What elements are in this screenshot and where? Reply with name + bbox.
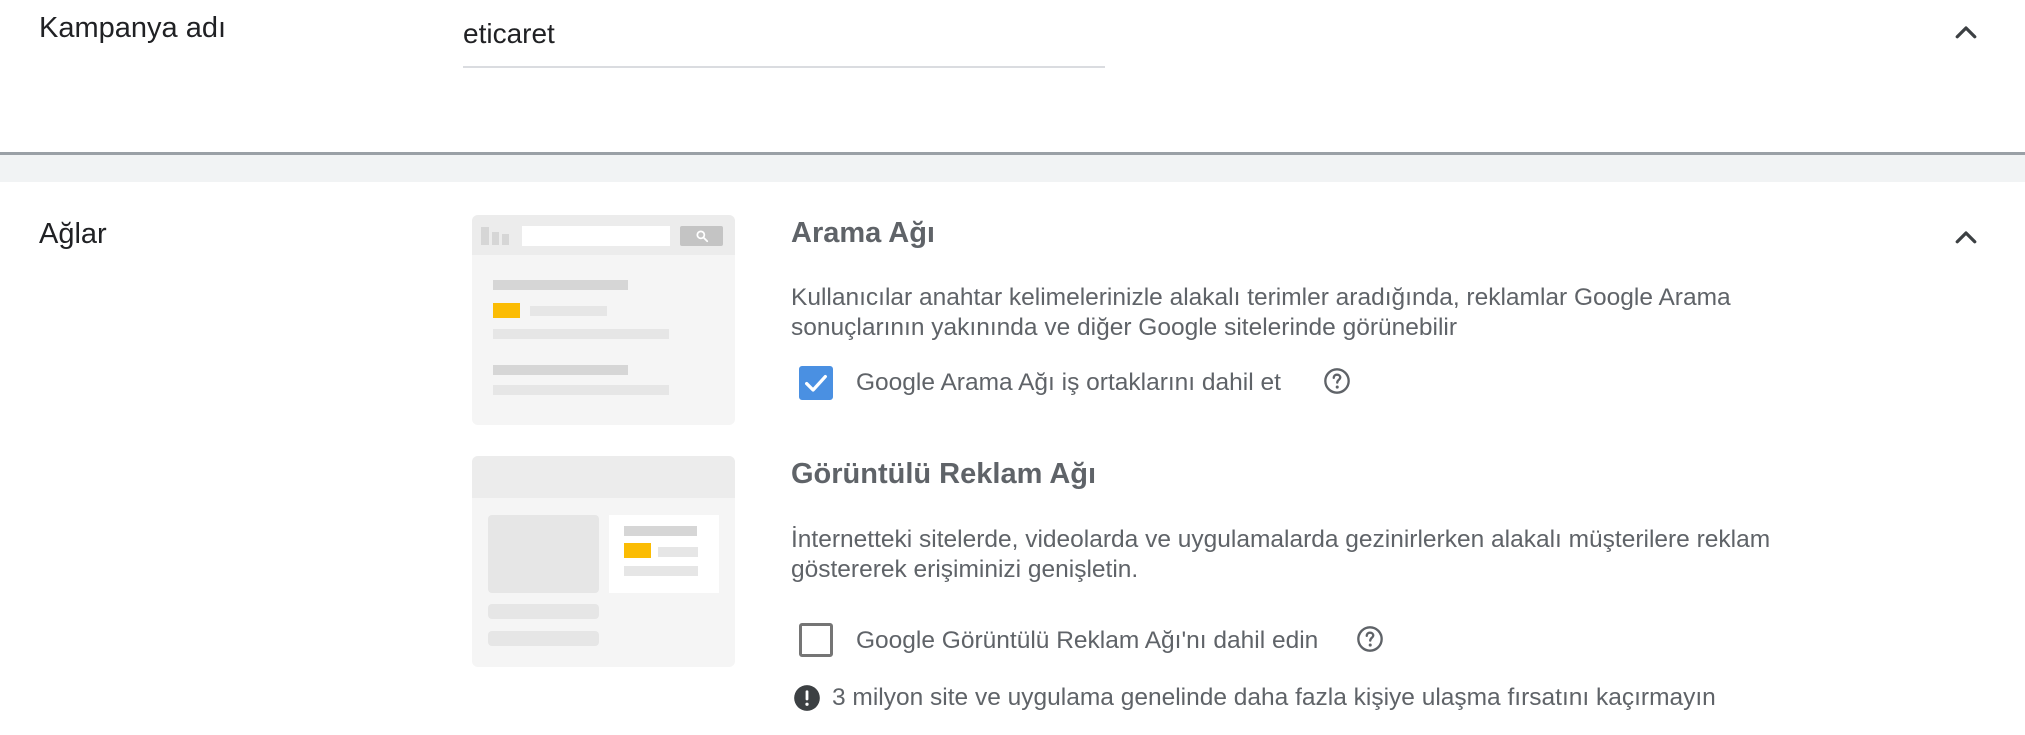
check-icon xyxy=(805,374,827,392)
networks-label: Ağlar xyxy=(39,218,107,250)
display-network-notice: 3 milyon site ve uygulama genelinde daha… xyxy=(832,684,1716,711)
search-network-description-line1: Kullanıcılar anahtar kelimelerinizle ala… xyxy=(791,284,1731,311)
illustration-content-block xyxy=(488,515,599,593)
collapse-networks-button[interactable] xyxy=(1946,218,1986,258)
display-network-description-line1: İnternetteki sitelerde, videolarda ve uy… xyxy=(791,526,1771,553)
search-partners-label[interactable]: Google Arama Ağı iş ortaklarını dahil et xyxy=(856,369,1281,397)
display-network-illustration xyxy=(472,456,735,667)
search-network-title: Arama Ağı xyxy=(791,217,935,249)
search-partners-checkbox[interactable] xyxy=(799,366,833,400)
help-circle-icon xyxy=(1324,368,1350,394)
search-network-illustration xyxy=(472,215,735,425)
campaign-name-section: Kampanya adı xyxy=(0,0,2025,152)
section-divider xyxy=(0,152,2025,182)
display-network-label[interactable]: Google Görüntülü Reklam Ağı'nı dahil edi… xyxy=(856,627,1318,655)
chevron-up-icon xyxy=(1955,231,1977,244)
illustration-header-bar xyxy=(472,456,735,498)
campaign-name-field xyxy=(463,14,1105,68)
display-network-checkbox[interactable] xyxy=(799,623,833,657)
illustration-search-button xyxy=(680,226,723,246)
search-network-description: Kullanıcılar anahtar kelimelerinizle ala… xyxy=(791,283,2021,343)
illustration-search-box xyxy=(522,226,670,246)
chevron-up-icon xyxy=(1955,26,1977,39)
exclamation-circle-icon xyxy=(794,685,820,711)
notice-icon-wrap xyxy=(793,684,821,712)
campaign-name-label: Kampanya adı xyxy=(39,12,227,44)
display-network-help-button[interactable] xyxy=(1356,625,1384,658)
campaign-name-input[interactable] xyxy=(463,14,1103,54)
search-network-description-line2: sonuçlarının yakınında ve diğer Google s… xyxy=(791,314,1457,341)
search-icon xyxy=(695,230,708,243)
display-network-description-line2: göstererek erişiminizi genişletin. xyxy=(791,556,1139,583)
search-partners-help-button[interactable] xyxy=(1323,367,1351,400)
display-network-title: Görüntülü Reklam Ağı xyxy=(791,458,1097,490)
help-circle-icon xyxy=(1357,626,1383,652)
collapse-campaign-button[interactable] xyxy=(1946,13,1986,53)
illustration-ad-card xyxy=(609,515,719,593)
display-network-description: İnternetteki sitelerde, videolarda ve uy… xyxy=(791,525,2021,585)
